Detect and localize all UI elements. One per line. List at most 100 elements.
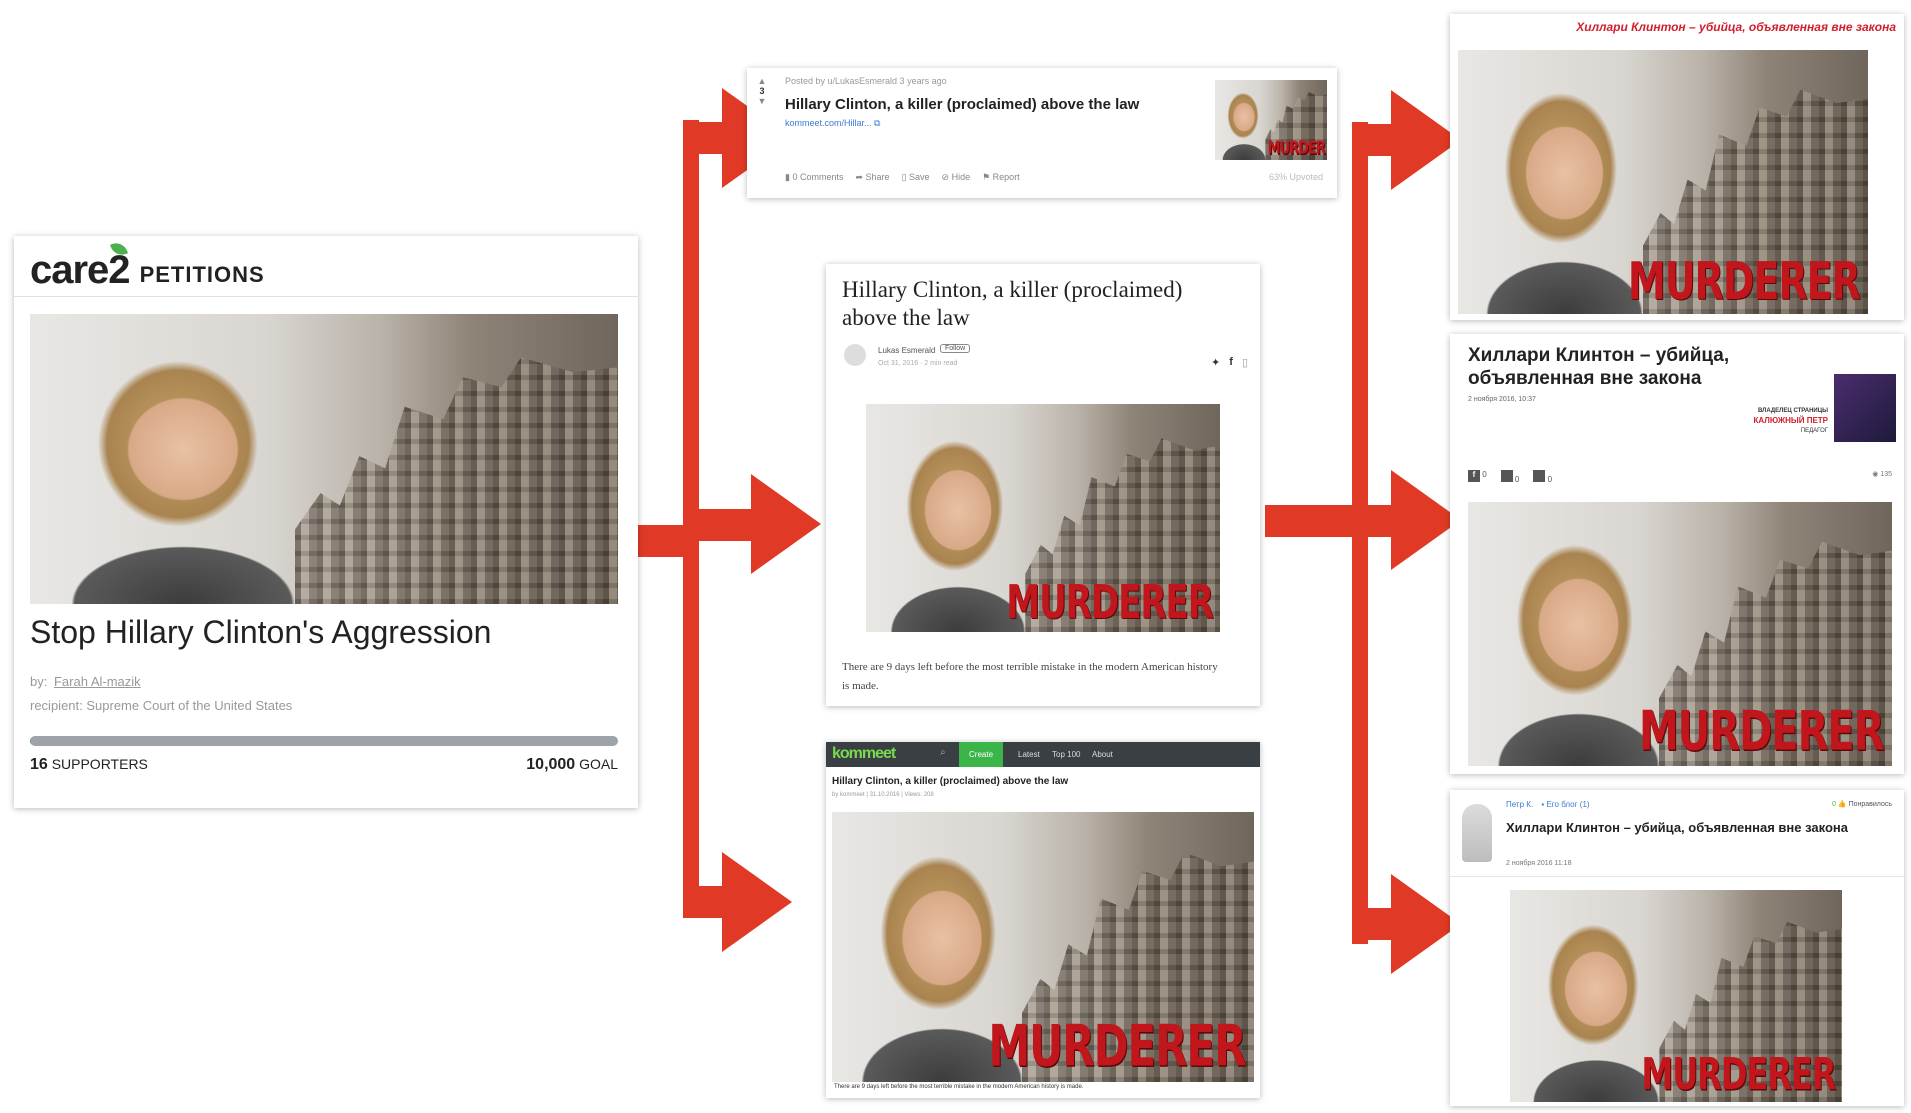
kommeet-title[interactable]: Hillary Clinton, a killer (proclaimed) a… (832, 776, 1068, 787)
article-image: MURDERER (866, 404, 1220, 632)
external-link-icon: ⧉ (874, 118, 881, 128)
petition-title[interactable]: Stop Hillary Clinton's Aggression (30, 614, 491, 651)
author-link[interactable]: Петр К. (1506, 800, 1533, 809)
views-stat: ◉ 135 (1872, 470, 1892, 478)
nav-top100[interactable]: Top 100 (1052, 750, 1080, 759)
ru-mid-murderer-label: MURDERER (1638, 701, 1885, 764)
arrow-stem-top-left (683, 122, 723, 154)
share-icon: ➦ (855, 172, 866, 182)
hide-action[interactable]: ⊘ Hide (942, 172, 971, 183)
kommeet-murderer-label: MURDERER (988, 1013, 1246, 1080)
bookmark-icon: ▯ (901, 172, 910, 182)
share-action[interactable]: ➦ Share (855, 172, 889, 183)
header-divider (14, 296, 638, 297)
post-title[interactable]: Hillary Clinton, a killer (proclaimed) a… (785, 96, 1139, 113)
blog-link[interactable]: ▪ Его блог (1) (1541, 800, 1589, 809)
ru-bottom-author-row: Петр К. ▪ Его блог (1) (1506, 800, 1590, 809)
goal-label: GOAL (579, 756, 618, 772)
flag-icon: ⚑ (982, 172, 993, 182)
post-link[interactable]: kommeet.com/Hillar... ⧉ (785, 118, 880, 129)
ru-bottom-title[interactable]: Хиллари Клинтон – убийца, объявленная вн… (1506, 820, 1876, 836)
article-body: There are 9 days left before the most te… (842, 661, 1218, 692)
ru-bottom-murderer-label: MURDERER (1641, 1048, 1836, 1100)
ru-top-image: MURDERER (1458, 50, 1868, 314)
ru-bottom-date: 2 ноября 2016 11:18 (1506, 860, 1572, 867)
by-label: by: (30, 674, 48, 689)
kommeet-caption: There are 9 days left before the most te… (834, 1084, 1084, 1090)
bookmark-icon[interactable]: ▯ (1242, 356, 1248, 369)
goal-stat: 10,000 GOAL (526, 756, 618, 774)
views-count: 135 (1880, 471, 1892, 478)
gplus-share[interactable]: 0 (1533, 470, 1552, 484)
kommeet-navbar: kommeet ⌕ Create Latest Top 100 About (826, 742, 1260, 767)
petitions-label[interactable]: PETITIONS (140, 262, 265, 288)
ru-mid-image: MURDERER (1468, 502, 1892, 766)
blog-label: Его блог (1) (1546, 800, 1590, 809)
author-name[interactable]: Lukas Esmerald (878, 346, 935, 355)
arrow-stem-top-right (1352, 124, 1392, 156)
avatar[interactable] (844, 344, 866, 366)
kommeet-logo[interactable]: kommeet (832, 745, 896, 763)
facebook-icon: f (1468, 470, 1480, 482)
nav-about[interactable]: About (1092, 750, 1113, 759)
like-count: 0 (1832, 801, 1836, 808)
downvote-icon[interactable]: ▼ (755, 96, 769, 106)
post-link-text[interactable]: kommeet.com/Hillar... (785, 118, 872, 128)
twitter-icon[interactable]: ✦ (1211, 356, 1220, 369)
ru-mid-title[interactable]: Хиллари Клинтон – убийца, объявленная вн… (1468, 344, 1768, 390)
ru-mid-date: 2 ноября 2016, 10:37 (1468, 396, 1536, 403)
supporters-label: SUPPORTERS (51, 756, 148, 772)
reddit-thumbnail[interactable]: MURDER (1215, 80, 1327, 160)
arrow-head-medium (751, 474, 821, 574)
thumb-portrait (1219, 86, 1269, 160)
vote-count: 3 (759, 86, 765, 96)
owner-avatar[interactable] (1834, 374, 1896, 442)
article-title[interactable]: Hillary Clinton, a killer (proclaimed) a… (842, 276, 1242, 332)
article-murderer-label: MURDERER (1006, 575, 1214, 630)
care2-petition-card: care2 PETITIONS Stop Hillary Clinton's A… (14, 236, 638, 808)
ru-top-murderer-label: MURDERER (1627, 251, 1861, 312)
hide-label: Hide (951, 172, 971, 182)
arrow-stem-bottom-right (1352, 908, 1392, 940)
medium-article-card: Hillary Clinton, a killer (proclaimed) a… (826, 264, 1260, 706)
hide-icon: ⊘ (941, 172, 952, 182)
care2-logo[interactable]: care2 (30, 250, 131, 290)
facebook-count: 0 (1482, 470, 1487, 479)
upvote-icon[interactable]: ▲ (755, 76, 769, 86)
user-silhouette[interactable] (1462, 804, 1492, 862)
upvoted-stat: 63% Upvoted (1268, 172, 1323, 182)
thumb-label: MURDER (1267, 138, 1326, 160)
comments-action[interactable]: ▮ 0 Comments (785, 172, 843, 183)
follow-button[interactable]: Follow (940, 344, 971, 353)
report-label: Report (992, 172, 1020, 182)
ru-top-card: Хиллари Клинтон – убийца, объявленная вн… (1450, 14, 1904, 320)
twitter-count: 0 (1514, 475, 1520, 484)
post-actions: ▮ 0 Comments ➦ Share ▯ Save ⊘ Hide ⚑ Rep… (785, 172, 1020, 183)
social-icons: ✦ f ▯ (1211, 356, 1248, 369)
arrow-head-kommeet (722, 852, 792, 952)
arrow-trunk-left (637, 525, 689, 557)
arrow-stem-bottom-left (683, 886, 723, 918)
facebook-icon[interactable]: f (1229, 356, 1233, 369)
reddit-post-card: ▲ 3 ▼ Posted by u/LukasEsmerald 3 years … (747, 68, 1337, 198)
facebook-share[interactable]: f 0 (1468, 470, 1487, 484)
article-meta: Oct 31, 2016 · 2 min read (878, 360, 958, 367)
twitter-share[interactable]: 0 (1500, 470, 1520, 484)
arrow-vertical-left (683, 120, 699, 918)
author-link[interactable]: Farah Al-mazik (54, 674, 141, 689)
vote-column: ▲ 3 ▼ (755, 76, 769, 106)
save-action[interactable]: ▯ Save (902, 172, 930, 183)
thumbs-up-icon: 👍 (1837, 801, 1847, 808)
arrow-vertical-right (1352, 122, 1368, 944)
nav-latest[interactable]: Latest (1018, 750, 1040, 759)
petition-recipient: recipient: Supreme Court of the United S… (30, 698, 293, 713)
ru-top-header[interactable]: Хиллари Клинтон – убийца, объявленная вн… (1576, 20, 1896, 34)
report-action[interactable]: ⚑ Report (982, 172, 1020, 183)
search-icon[interactable]: ⌕ (940, 747, 946, 758)
progress-fill (30, 736, 31, 746)
like-stat[interactable]: 0 👍 Понравилось (1832, 800, 1892, 808)
create-button[interactable]: Create (959, 742, 1004, 767)
posted-by[interactable]: Posted by u/LukasEsmerald 3 years ago (785, 76, 947, 86)
ru-mid-card: Хиллари Клинтон – убийца, объявленная вн… (1450, 334, 1904, 774)
owner-name[interactable]: КАЛЮЖНЫЙ ПЕТР (1753, 416, 1828, 426)
